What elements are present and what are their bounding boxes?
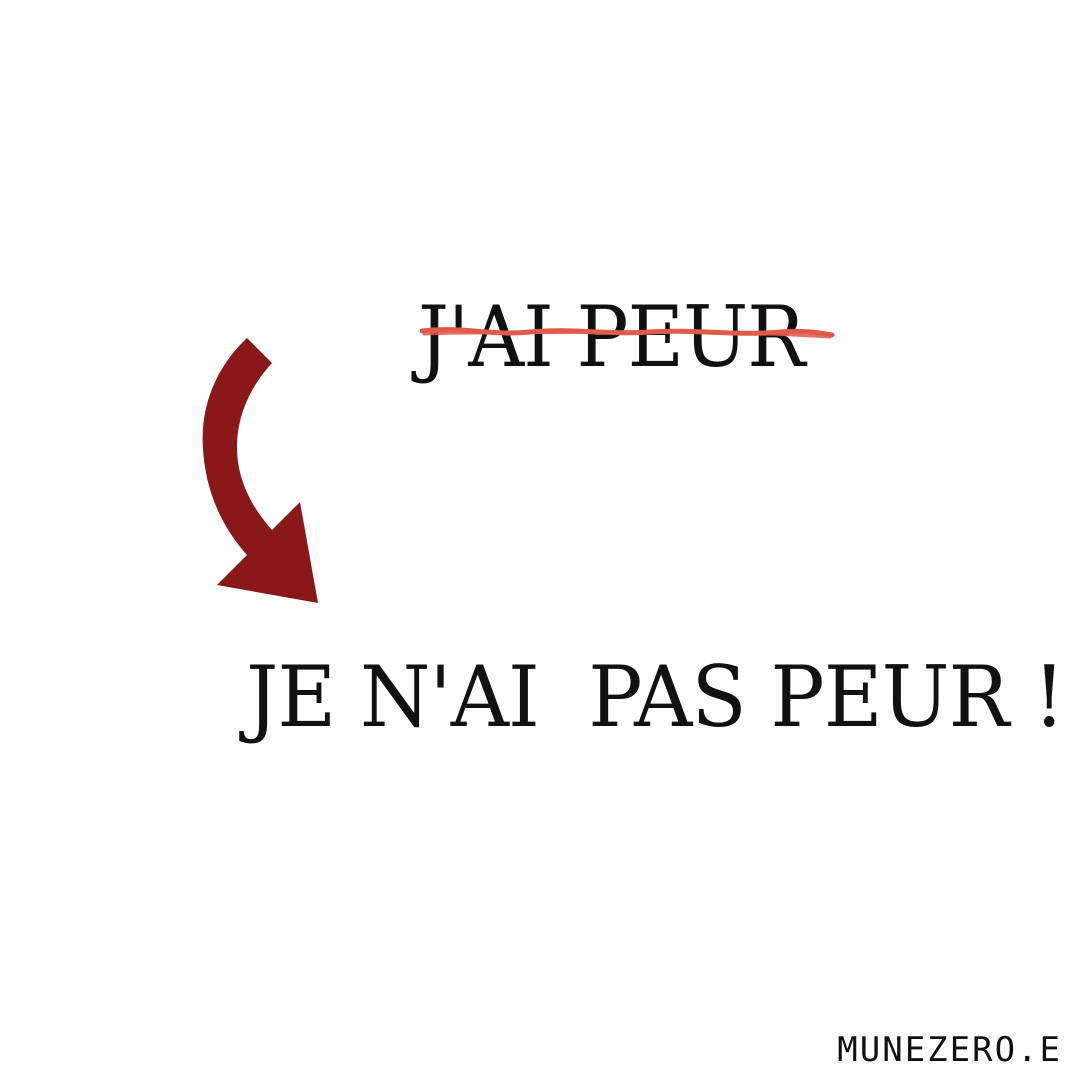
main-phrase: JE N'AI PAS PEUR ! [246,648,1065,746]
curved-arrow-down-right-icon [202,338,318,603]
canvas: J'AI PEUR JE N'AI PAS PEUR ! MUNEZERO.E [0,0,1080,1080]
author-signature: MUNEZERO.E [837,1030,1062,1070]
strikethrough-line [420,327,835,339]
